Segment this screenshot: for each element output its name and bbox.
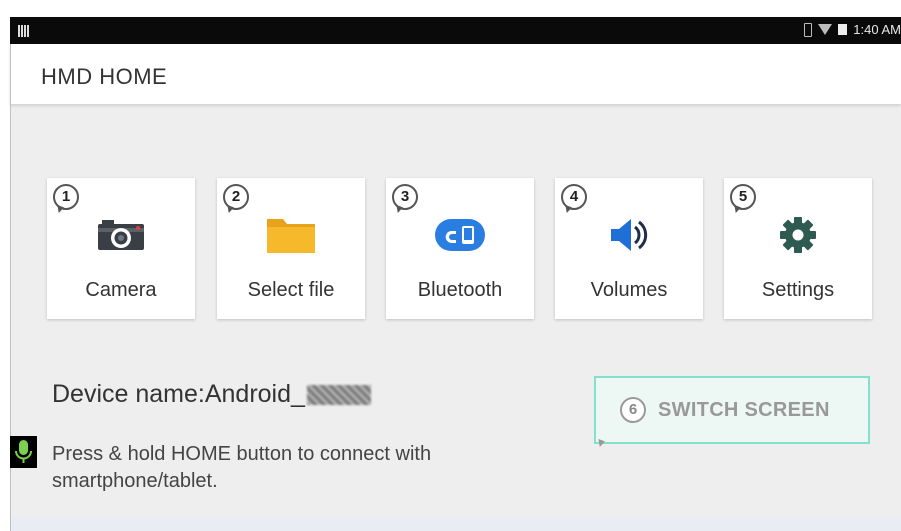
switch-screen-label: SWITCH SCREEN xyxy=(658,398,830,421)
bottom-strip xyxy=(10,517,901,531)
tile-number-badge: 2 xyxy=(223,184,249,210)
connection-hint: Press & hold HOME button to connect with… xyxy=(52,443,432,492)
camera-icon xyxy=(47,214,195,256)
notification-icon xyxy=(18,25,29,37)
status-bar: 1:40 AM xyxy=(10,17,901,44)
redacted-device-id xyxy=(306,385,371,406)
signal-icon xyxy=(838,24,848,35)
tile-label: Settings xyxy=(761,279,835,301)
main-content: 1 Camera 2 Select file 3 Bluetooth 4 Vol… xyxy=(10,104,901,517)
status-indicators: 1:40 AM xyxy=(804,22,901,37)
settings-tile[interactable]: 5 Settings xyxy=(724,178,872,319)
tile-label: Select file xyxy=(247,279,335,301)
device-name: Device name:Android_ xyxy=(52,380,371,409)
folder-icon xyxy=(217,214,365,256)
wifi-icon xyxy=(818,24,833,35)
camera-tile[interactable]: 1 Camera xyxy=(47,178,195,319)
mic-icon[interactable] xyxy=(10,436,37,468)
switch-screen-button[interactable]: 6 SWITCH SCREEN xyxy=(594,376,870,444)
bluetooth-tile[interactable]: 3 Bluetooth xyxy=(386,178,534,319)
speaker-icon xyxy=(555,214,703,256)
bluetooth-link-icon xyxy=(386,214,534,256)
tile-label: Bluetooth xyxy=(417,279,503,301)
tile-number-badge: 5 xyxy=(730,184,756,210)
select-file-tile[interactable]: 2 Select file xyxy=(217,178,365,319)
status-time: 1:40 AM xyxy=(853,22,901,37)
tile-number-badge: 3 xyxy=(392,184,418,210)
app-bar: HMD HOME xyxy=(10,44,901,104)
device-name-label: Device name:Android_ xyxy=(52,380,305,408)
tile-number-badge: 4 xyxy=(561,184,587,210)
volumes-tile[interactable]: 4 Volumes xyxy=(555,178,703,319)
tile-label: Volumes xyxy=(590,279,668,301)
battery-icon xyxy=(804,22,813,37)
tile-label: Camera xyxy=(85,279,157,301)
switch-number-badge: 6 xyxy=(620,397,646,423)
tile-number-badge: 1 xyxy=(53,184,79,210)
gear-icon xyxy=(724,214,872,256)
app-title: HMD HOME xyxy=(41,64,168,89)
